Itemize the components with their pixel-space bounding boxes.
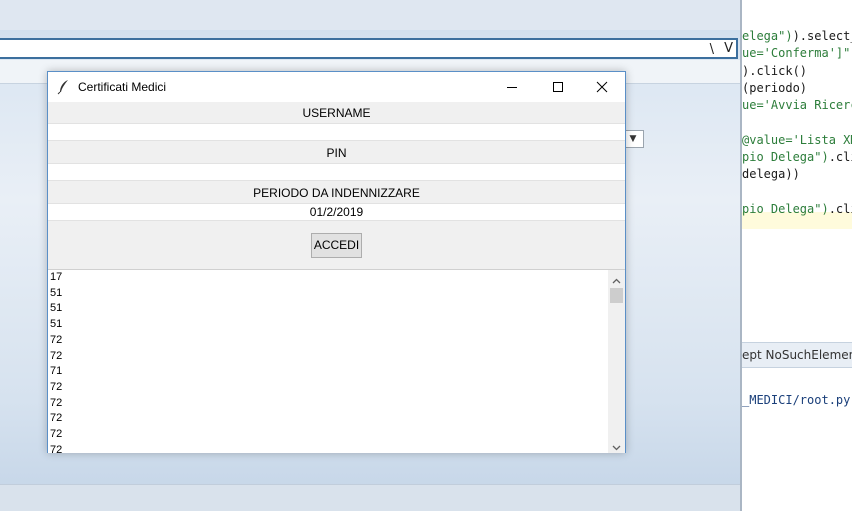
maximize-button[interactable] bbox=[535, 72, 581, 102]
redaction-mask bbox=[268, 166, 408, 178]
list-item[interactable]: 72 bbox=[50, 427, 64, 442]
list-item[interactable]: 72 bbox=[50, 380, 64, 395]
window-title: Certificati Medici bbox=[78, 80, 167, 94]
scrollbar-thumb[interactable] bbox=[610, 288, 623, 303]
accedi-button[interactable]: ACCEDI bbox=[311, 233, 362, 258]
minimize-icon bbox=[506, 78, 518, 97]
scroll-down-button[interactable] bbox=[608, 437, 625, 453]
code-line: ).click() bbox=[742, 63, 808, 78]
code-line: elega")).select_b bbox=[742, 29, 852, 43]
background-topbar bbox=[0, 0, 742, 30]
editor-file-path[interactable]: _MEDICI/root.py bbox=[742, 393, 850, 407]
list-item[interactable]: 51 bbox=[50, 301, 64, 316]
code-line: delega)) bbox=[742, 167, 800, 182]
chevron-down-icon bbox=[612, 436, 621, 453]
code-line: pio Delega").clic bbox=[742, 150, 852, 165]
periodo-label: PERIODO DA INDENNIZZARE bbox=[48, 183, 625, 203]
code-line: pio Delega").clic bbox=[742, 202, 852, 216]
code-line: @value='Lista XM bbox=[742, 132, 852, 147]
list-item[interactable]: 51 bbox=[50, 286, 64, 301]
close-icon bbox=[596, 78, 608, 97]
username-label: USERNAME bbox=[48, 103, 625, 123]
editor-console-text: ept NoSuchElementE bbox=[742, 348, 852, 362]
redaction-mask bbox=[268, 126, 408, 138]
background-url-tail: V bbox=[724, 41, 733, 56]
editor-console-panel: ept NoSuchElementE bbox=[742, 342, 852, 368]
list-item[interactable]: 72 bbox=[50, 411, 64, 426]
close-button[interactable] bbox=[579, 72, 625, 102]
background-status-bar bbox=[0, 484, 742, 511]
feather-icon bbox=[56, 79, 72, 95]
list-item[interactable]: 51 bbox=[50, 317, 64, 332]
results-listbox[interactable]: 17 51 51 51 72 72 71 72 72 72 72 72 bbox=[48, 269, 625, 453]
pin-label: PIN bbox=[48, 143, 625, 163]
list-item[interactable]: 72 bbox=[50, 349, 64, 364]
listbox-scrollbar[interactable] bbox=[608, 270, 625, 453]
list-item[interactable]: 72 bbox=[50, 396, 64, 411]
code-editor[interactable]: elega")).select_b ue='Conferma']") ).click… bbox=[742, 0, 852, 511]
code-line: ue='Avvia Ricerc bbox=[742, 98, 852, 113]
chevron-up-icon bbox=[612, 270, 621, 288]
scroll-up-button[interactable] bbox=[608, 270, 625, 287]
code-line: ue='Conferma']") bbox=[742, 46, 852, 61]
list-item[interactable]: 17 bbox=[50, 270, 64, 285]
minimize-button[interactable] bbox=[489, 72, 535, 102]
window-titlebar[interactable]: Certificati Medici bbox=[48, 72, 625, 102]
background-url-text: \ bbox=[709, 42, 714, 57]
list-item[interactable]: 72 bbox=[50, 333, 64, 348]
username-input[interactable] bbox=[48, 123, 625, 141]
periodo-input[interactable]: 01/2/2019 bbox=[48, 203, 625, 221]
code-line: (periodo) bbox=[742, 80, 808, 95]
maximize-icon bbox=[552, 78, 564, 97]
pin-input[interactable] bbox=[48, 163, 625, 181]
background-url-bar[interactable]: \ V bbox=[0, 38, 738, 59]
list-item[interactable]: 72 bbox=[50, 443, 64, 453]
redaction-mask bbox=[128, 270, 588, 274]
list-item[interactable]: 71 bbox=[50, 364, 64, 379]
certificati-medici-window: Certificati Medici USERNAME PIN PERIODO … bbox=[47, 71, 626, 453]
